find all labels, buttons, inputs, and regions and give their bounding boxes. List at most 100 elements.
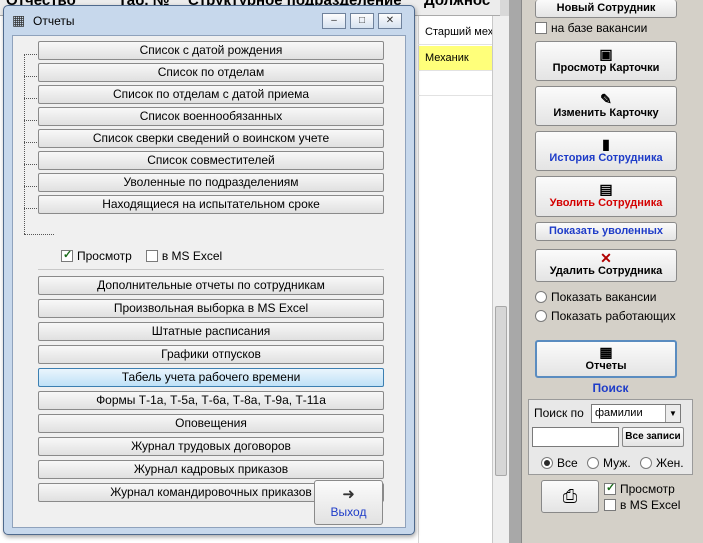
- tree-line: [24, 234, 54, 235]
- show-vacancies-option[interactable]: Показать вакансии: [535, 290, 656, 304]
- dialog-excel-checkbox[interactable]: [145, 250, 158, 262]
- reports-button[interactable]: ▦ Отчеты: [535, 340, 677, 378]
- print-button[interactable]: ⎙: [541, 480, 599, 513]
- table-cell-selected[interactable]: Механик: [419, 46, 492, 70]
- reports-dialog: ▦ Отчеты – □ ✕ Список с датой рождения С…: [3, 5, 415, 535]
- report-part-timers-button[interactable]: Список совместителей: [38, 151, 384, 170]
- filter-male-option[interactable]: Муж.: [587, 456, 631, 470]
- labor-contracts-journal-button[interactable]: Журнал трудовых договоров: [38, 437, 384, 456]
- timesheet-button[interactable]: Табель учета рабочего времени: [38, 368, 384, 387]
- vacation-schedules-button[interactable]: Графики отпусков: [38, 345, 384, 364]
- filter-all-radio[interactable]: [541, 457, 553, 469]
- search-by-select[interactable]: фамилии ▼: [591, 404, 681, 423]
- row-divider: [418, 44, 493, 45]
- tree-line: [24, 98, 39, 99]
- show-working-option[interactable]: Показать работающих: [535, 309, 676, 323]
- dialog-title: Отчеты: [33, 14, 75, 28]
- notifications-button[interactable]: Оповещения: [38, 414, 384, 433]
- all-records-button[interactable]: Все записи: [622, 427, 684, 447]
- row-divider: [418, 95, 493, 96]
- report-by-department-button[interactable]: Список по отделам: [38, 63, 384, 82]
- minimize-button[interactable]: –: [322, 13, 346, 29]
- divider: [38, 269, 384, 270]
- tree-line: [24, 142, 39, 143]
- edit-card-icon: ✎: [600, 91, 612, 107]
- column-header[interactable]: Должнос: [424, 0, 490, 9]
- tree-line: [24, 54, 25, 234]
- edit-card-button[interactable]: ✎ Изменить Карточку: [535, 86, 677, 126]
- excel-checkbox[interactable]: [604, 499, 616, 511]
- report-military-check-button[interactable]: Список сверки сведений о воинском учете: [38, 129, 384, 148]
- delete-employee-button[interactable]: ✕ Удалить Сотрудника: [535, 249, 677, 282]
- exit-button[interactable]: ➜ Выход: [314, 480, 383, 525]
- custom-excel-export-button[interactable]: Произвольная выборка в MS Excel: [38, 299, 384, 318]
- table-cell[interactable]: Старший мех: [419, 20, 492, 44]
- show-vacancies-radio[interactable]: [535, 291, 547, 303]
- tree-line: [24, 186, 39, 187]
- report-dismissed-button[interactable]: Уволенные по подразделениям: [38, 173, 384, 192]
- books-icon: ▦: [12, 12, 26, 28]
- search-input[interactable]: [532, 427, 619, 447]
- table-icon: ▦: [599, 344, 613, 360]
- tree-line: [24, 120, 39, 121]
- new-employee-button[interactable]: Новый Сотрудник: [535, 0, 677, 18]
- tree-line: [24, 76, 39, 77]
- output-options: Просмотр в MS Excel: [61, 248, 223, 263]
- filter-male-radio[interactable]: [587, 457, 600, 469]
- preview-checkbox[interactable]: [604, 481, 616, 495]
- filter-all-option[interactable]: Все: [541, 456, 578, 470]
- chevron-down-icon[interactable]: ▼: [665, 405, 680, 422]
- preview-option[interactable]: Просмотр: [604, 481, 675, 496]
- personnel-orders-journal-button[interactable]: Журнал кадровых приказов: [38, 460, 384, 479]
- excel-option[interactable]: в MS Excel: [604, 498, 680, 512]
- show-working-radio[interactable]: [535, 310, 547, 322]
- card-icon: ▣: [599, 46, 613, 62]
- show-dismissed-button[interactable]: Показать уволенных: [535, 222, 677, 241]
- filter-female-label: Жен.: [656, 456, 684, 470]
- vacancy-checkbox-row[interactable]: на базе вакансии: [535, 21, 647, 35]
- maximize-button[interactable]: □: [350, 13, 374, 29]
- close-button[interactable]: ✕: [378, 13, 402, 29]
- dialog-body: Список с датой рождения Список по отдела…: [12, 35, 406, 528]
- actions-panel: Новый Сотрудник на базе вакансии ▣ Просм…: [521, 0, 703, 543]
- exit-door-icon: ➜: [342, 486, 355, 503]
- preview-label: Просмотр: [620, 482, 675, 496]
- table-scrollbar[interactable]: [492, 16, 509, 543]
- report-military-button[interactable]: Список военнообязанных: [38, 107, 384, 126]
- filter-female-radio[interactable]: [640, 457, 653, 469]
- show-working-label: Показать работающих: [551, 309, 676, 323]
- history-button[interactable]: ▮ История Сотрудника: [535, 131, 677, 171]
- dialog-excel-option[interactable]: в MS Excel: [145, 249, 223, 263]
- excel-label: в MS Excel: [620, 498, 681, 512]
- dialog-titlebar[interactable]: ▦ Отчеты – □ ✕: [4, 6, 414, 34]
- view-card-button[interactable]: ▣ Просмотр Карточки: [535, 41, 677, 81]
- report-birthdays-button[interactable]: Список с датой рождения: [38, 41, 384, 60]
- tree-line: [24, 54, 39, 55]
- dialog-preview-option[interactable]: Просмотр: [61, 248, 132, 263]
- filter-all-label: Все: [557, 456, 578, 470]
- delete-icon: ✕: [600, 250, 612, 266]
- splitter: [509, 0, 521, 543]
- dialog-excel-label: в MS Excel: [161, 249, 223, 263]
- report-probation-button[interactable]: Находящиеся на испытательном сроке: [38, 195, 384, 214]
- exit-label: Выход: [330, 505, 367, 519]
- report-by-department-hire-date-button[interactable]: Список по отделам с датой приема: [38, 85, 384, 104]
- book-icon: ▮: [602, 136, 610, 152]
- search-title: Поиск: [592, 381, 629, 395]
- staffing-tables-button[interactable]: Штатные расписания: [38, 322, 384, 341]
- dialog-preview-checkbox[interactable]: [61, 248, 73, 262]
- additional-reports-button[interactable]: Дополнительные отчеты по сотрудникам: [38, 276, 384, 295]
- printer-icon: ⎙: [562, 486, 578, 506]
- forms-button[interactable]: Формы Т-1а, Т-5а, Т-6а, Т-8а, Т-9а, Т-11…: [38, 391, 384, 410]
- dismiss-employee-button[interactable]: ▤ Уволить Сотрудника: [535, 176, 677, 217]
- gender-filter: Все Муж. Жен.: [541, 456, 690, 470]
- search-by-value: фамилии: [595, 407, 643, 419]
- vacancy-checkbox[interactable]: [535, 22, 547, 34]
- tree-line: [24, 164, 39, 165]
- filter-female-option[interactable]: Жен.: [640, 456, 684, 470]
- row-divider: [418, 70, 493, 71]
- document-icon: ▤: [599, 181, 613, 197]
- search-group: Поиск по фамилии ▼ Все записи Все Муж. Ж…: [528, 399, 693, 475]
- dialog-preview-label: Просмотр: [77, 249, 132, 263]
- scrollbar-thumb[interactable]: [495, 306, 507, 476]
